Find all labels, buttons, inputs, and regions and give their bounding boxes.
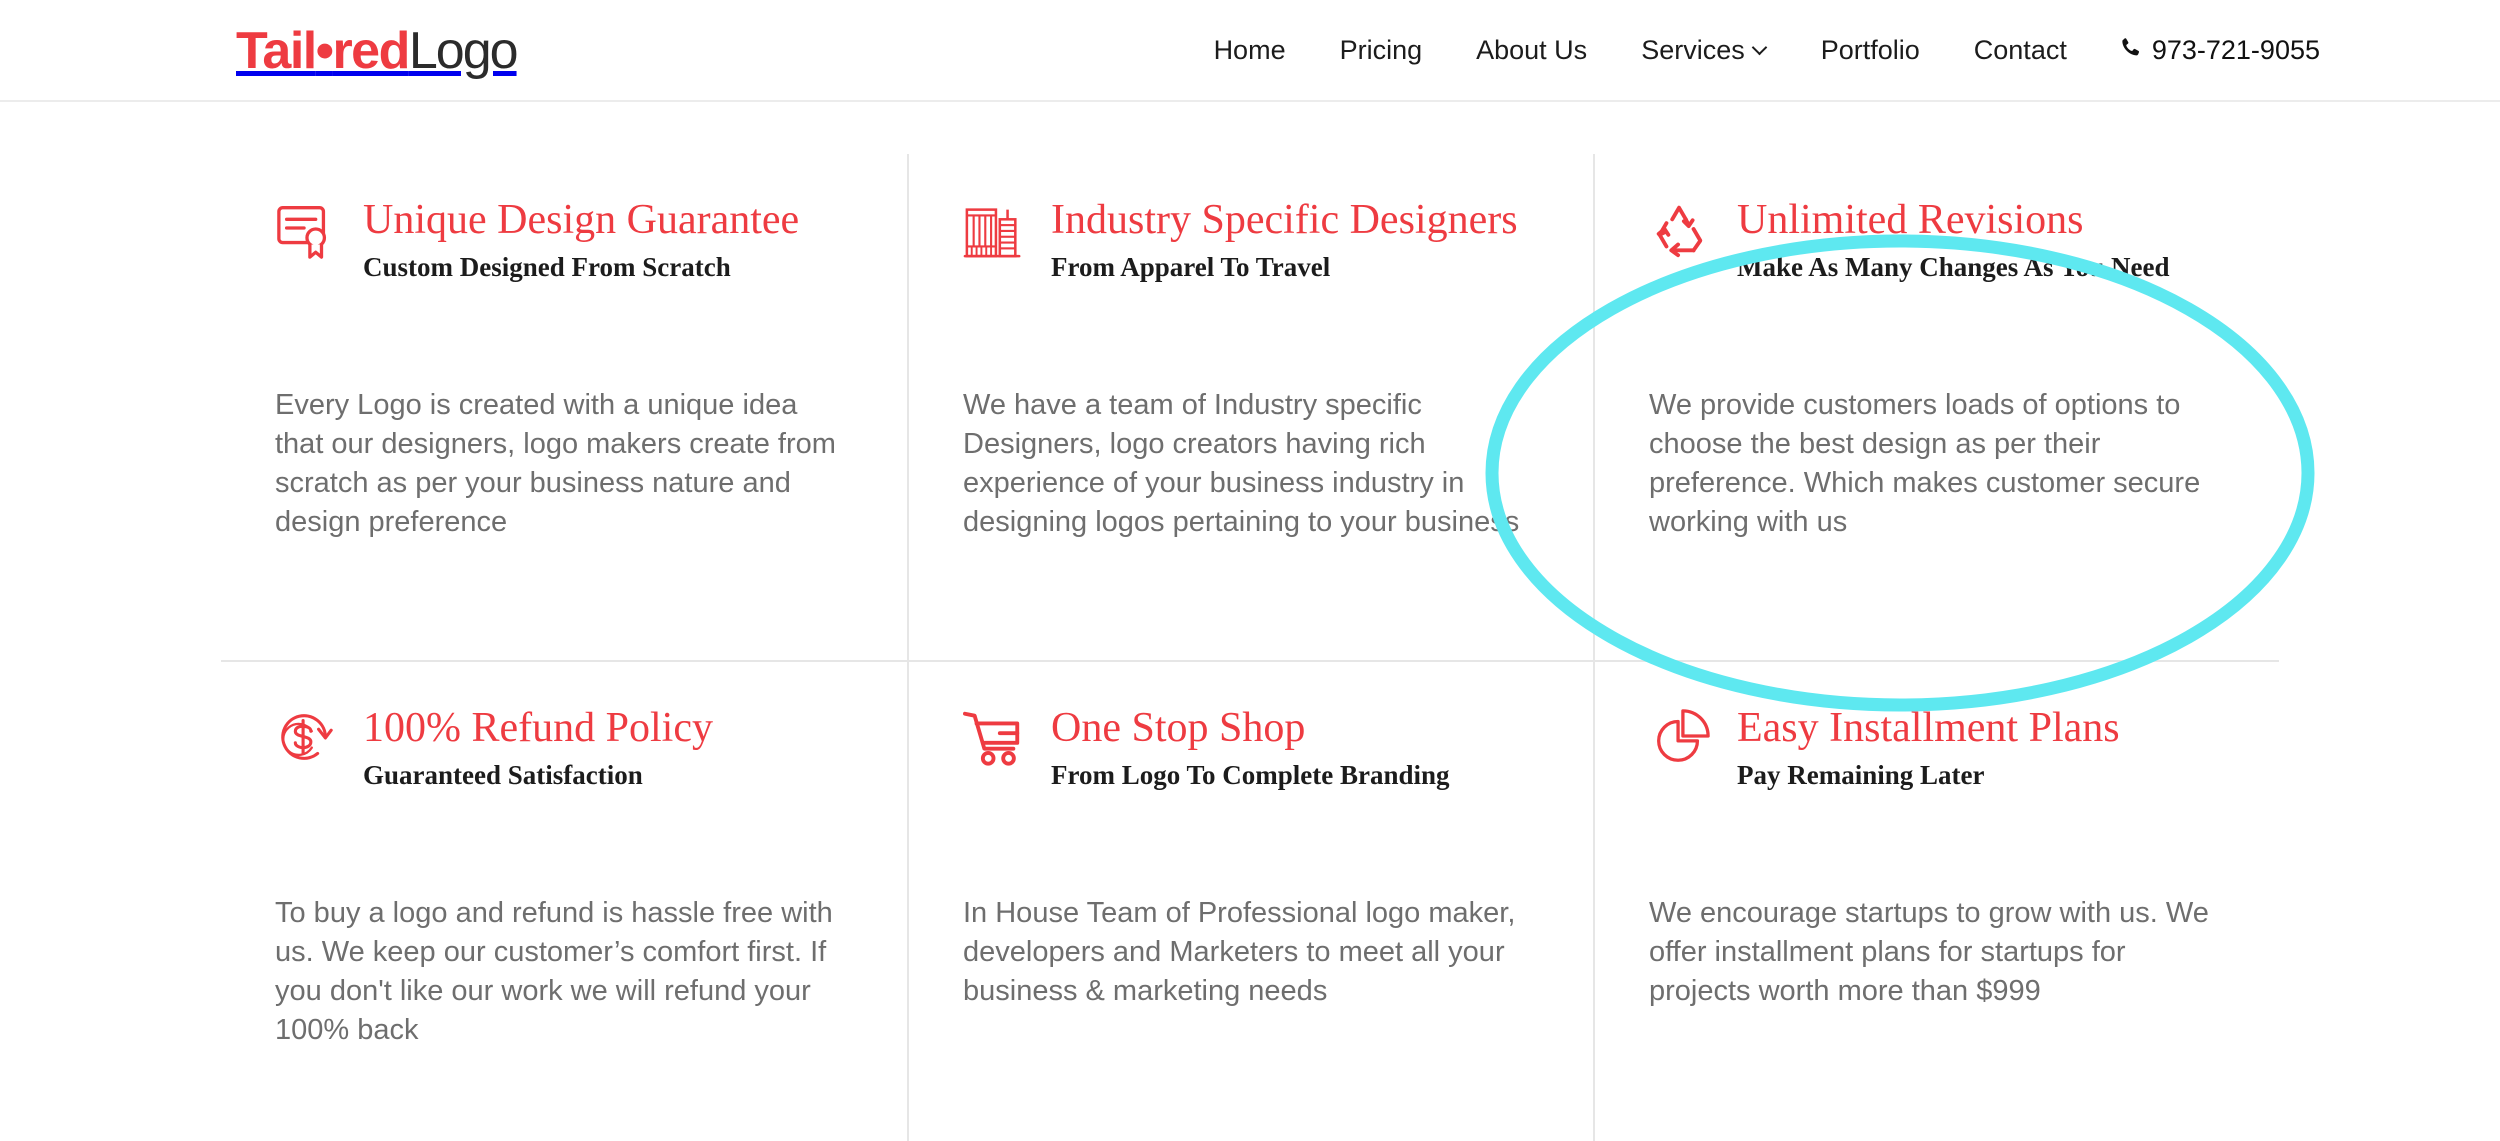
nav-item-portfolio[interactable]: Portfolio (1794, 35, 1947, 65)
certificate-icon (275, 198, 337, 260)
pie-chart-icon (1649, 706, 1711, 768)
chevron-down-icon (1754, 42, 1767, 55)
feature-card-easy-installment-plans: Easy Installment Plans Pay Remaining Lat… (1593, 662, 2279, 1141)
nav-item-services[interactable]: Services (1614, 35, 1794, 65)
card-headings: One Stop Shop From Logo To Complete Bran… (1051, 702, 1450, 792)
phone-icon (2118, 36, 2143, 66)
nav-label-pricing: Pricing (1339, 35, 1423, 65)
nav-item-contact[interactable]: Contact (1947, 35, 2094, 65)
buildings-icon (963, 198, 1025, 260)
card-body-text: We provide customers loads of options to… (1649, 389, 2201, 538)
card-headings: Unique Design Guarantee Custom Designed … (363, 194, 799, 284)
card-subtitle: From Apparel To Travel (1051, 252, 1331, 282)
card-subtitle: Guaranteed Satisfaction (363, 760, 643, 790)
feature-card-one-stop-shop: One Stop Shop From Logo To Complete Bran… (907, 662, 1593, 1141)
card-header: Industry Specific Designers From Apparel… (963, 194, 1529, 290)
phone-number: 973-721-9055 (2151, 35, 2320, 65)
card-body-text: To buy a logo and refund is hassle free … (275, 897, 833, 1046)
card-subtitle: Make As Many Changes As You Need (1737, 252, 2170, 282)
brand-logo[interactable]: Tail•redLogo (236, 20, 519, 82)
card-headings: 100% Refund Policy Guaranteed Satisfacti… (363, 702, 713, 792)
refund-dollar-icon (275, 706, 337, 768)
card-header: Easy Installment Plans Pay Remaining Lat… (1649, 702, 2215, 798)
card-subtitle: Pay Remaining Later (1737, 760, 1985, 790)
site-header: Tail•redLogo Home Pricing About Us Servi… (0, 0, 2500, 102)
logo-text-red: red (332, 22, 410, 80)
card-body-text: Every Logo is created with a unique idea… (275, 389, 836, 538)
card-body-text: In House Team of Professional logo maker… (963, 897, 1516, 1007)
feature-card-unlimited-revisions: Unlimited Revisions Make As Many Changes… (1593, 154, 2279, 662)
feature-card-refund-policy: 100% Refund Policy Guaranteed Satisfacti… (221, 662, 907, 1141)
nav-label-services: Services (1641, 35, 1745, 65)
nav-label-home: Home (1213, 35, 1286, 65)
card-headings: Industry Specific Designers From Apparel… (1051, 194, 1518, 284)
card-title: Industry Specific Designers (1051, 197, 1518, 243)
card-header: Unique Design Guarantee Custom Designed … (275, 194, 843, 290)
features-section: Unique Design Guarantee Custom Designed … (0, 102, 2500, 1141)
features-grid: Unique Design Guarantee Custom Designed … (221, 154, 2279, 1141)
card-headings: Unlimited Revisions Make As Many Changes… (1737, 194, 2170, 284)
nav-label-contact: Contact (1973, 35, 2067, 65)
card-title: One Stop Shop (1051, 705, 1306, 751)
card-subtitle: From Logo To Complete Branding (1051, 760, 1450, 790)
card-body-text: We have a team of Industry specific Desi… (963, 389, 1520, 538)
card-subtitle: Custom Designed From Scratch (363, 252, 731, 282)
nav-label-portfolio: Portfolio (1820, 35, 1920, 65)
header-phone-link[interactable]: 973-721-9055 (2094, 35, 2320, 65)
card-title: Unique Design Guarantee (363, 197, 800, 243)
card-title: Easy Installment Plans (1737, 705, 2120, 751)
main-navigation: Home Pricing About Us Services Portfolio… (1187, 0, 2320, 100)
logo-dot: • (315, 22, 334, 80)
nav-item-about-us[interactable]: About Us (1449, 35, 1614, 65)
nav-item-pricing[interactable]: Pricing (1313, 35, 1450, 65)
card-header: 100% Refund Policy Guaranteed Satisfacti… (275, 702, 843, 798)
recycle-arrows-icon (1649, 198, 1711, 260)
nav-label-about-us: About Us (1476, 35, 1588, 65)
card-title: 100% Refund Policy (363, 705, 713, 751)
card-body-text: We encourage startups to grow with us. W… (1649, 897, 2209, 1007)
logo-text-logo: Logo (408, 22, 519, 80)
feature-card-unique-design-guarantee: Unique Design Guarantee Custom Designed … (221, 154, 907, 662)
card-header: One Stop Shop From Logo To Complete Bran… (963, 702, 1529, 798)
feature-card-industry-specific-designers: Industry Specific Designers From Apparel… (907, 154, 1593, 662)
card-headings: Easy Installment Plans Pay Remaining Lat… (1737, 702, 2120, 792)
nav-item-home[interactable]: Home (1187, 35, 1313, 65)
card-header: Unlimited Revisions Make As Many Changes… (1649, 194, 2215, 290)
card-title: Unlimited Revisions (1737, 197, 2084, 243)
logo-text-tail: Tail (236, 22, 317, 80)
shopping-cart-icon (963, 706, 1025, 768)
